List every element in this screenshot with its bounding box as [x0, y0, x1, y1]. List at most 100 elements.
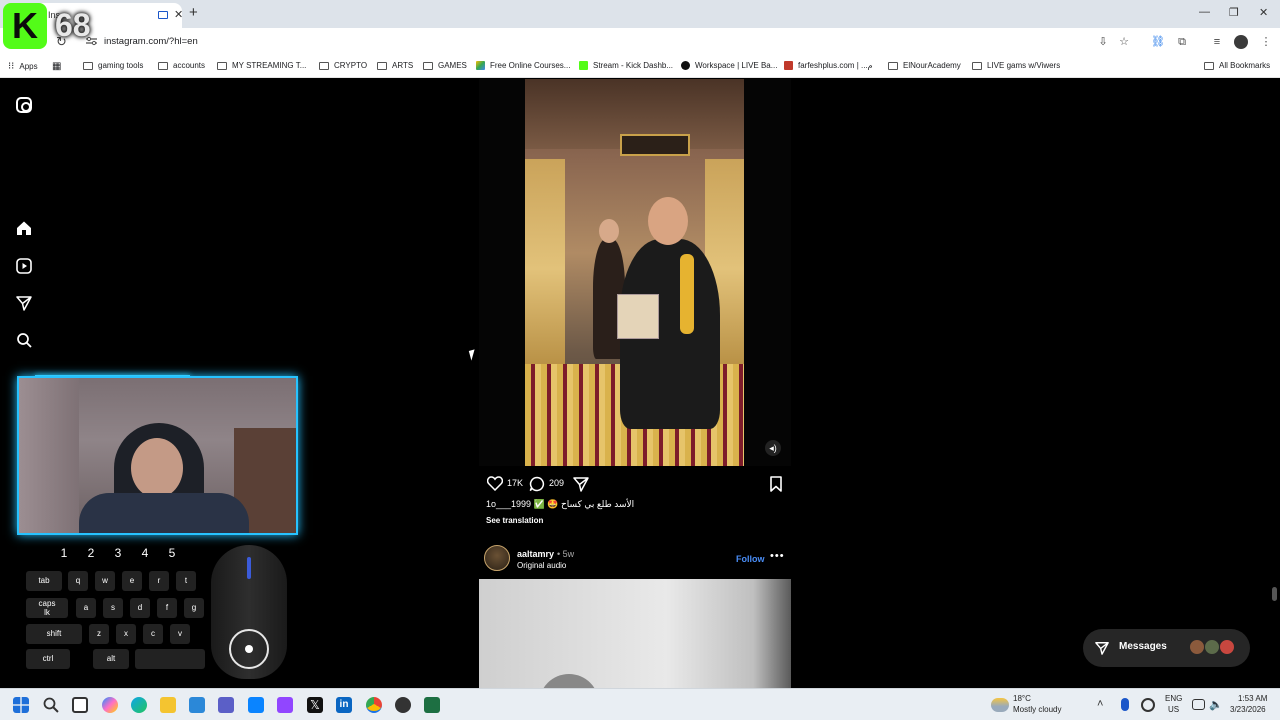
direct-send-icon[interactable] [16, 295, 32, 311]
clock-date[interactable]: 3/23/2026 [1230, 705, 1266, 714]
scrollbar[interactable] [1270, 79, 1280, 688]
file-explorer-icon[interactable] [160, 697, 176, 713]
task-view-icon[interactable] [72, 697, 88, 713]
volume-icon[interactable]: 🔈 [1209, 698, 1225, 714]
weather-description[interactable]: Mostly cloudy [1013, 705, 1061, 714]
teams-icon[interactable] [218, 697, 234, 713]
edge-icon[interactable] [131, 697, 147, 713]
tab-close-icon[interactable]: ✕ [174, 8, 183, 21]
key-v: v [170, 624, 190, 644]
bookmark-save-icon[interactable] [769, 476, 783, 492]
obs-icon[interactable] [395, 697, 411, 713]
follow-button[interactable]: Follow [736, 554, 765, 564]
avatar[interactable] [484, 545, 510, 571]
messages-button[interactable]: Messages [1083, 629, 1250, 667]
search-icon[interactable] [43, 697, 59, 713]
instagram-logo-icon[interactable] [16, 97, 32, 113]
folder-icon [1204, 61, 1214, 70]
bookmark-elnouracademy[interactable]: ElNourAcademy [888, 61, 961, 70]
minimize-button[interactable]: — [1199, 6, 1210, 18]
key-3: 3 [114, 546, 122, 560]
mute-icon[interactable]: ◂) [765, 440, 781, 456]
reading-list-icon[interactable]: ≡ [1210, 35, 1224, 49]
folder-icon [972, 61, 982, 70]
address-bar[interactable]: instagram.com/?hl=en [104, 36, 198, 47]
windows-start-icon[interactable] [13, 697, 29, 713]
weather-cloud-icon[interactable] [991, 698, 1009, 712]
bookmark-workspace-live[interactable]: Workspace | LIVE Ba... [681, 61, 777, 70]
bookmark-arts[interactable]: ARTS [377, 61, 413, 70]
display-icon[interactable] [1192, 699, 1205, 710]
restore-button[interactable]: ❐ [1229, 6, 1239, 19]
extension-badge-icon[interactable]: ⛓ [1151, 35, 1165, 49]
input-language[interactable]: ENG [1165, 694, 1182, 703]
keyboard-overlay: 1 2 3 4 5 tab q w e r t caps lk a s d f … [22, 543, 212, 678]
home-icon[interactable] [16, 220, 32, 236]
input-region[interactable]: US [1168, 705, 1179, 714]
microphone-icon[interactable] [1121, 698, 1129, 711]
bookmark-accounts[interactable]: accounts [158, 61, 205, 70]
linkedin-icon[interactable]: in [336, 697, 352, 713]
weather-temperature[interactable]: 18°C [1013, 694, 1031, 703]
folder-icon [217, 61, 227, 70]
chrome-icon[interactable] [366, 697, 382, 713]
post-caption: 1o___1999 ✅ 🤩 الأسد طلع بي كساح [486, 499, 635, 509]
bookmark-all-bookmarks[interactable]: All Bookmarks [1204, 61, 1270, 70]
bookmark-games[interactable]: GAMES [423, 61, 467, 70]
post-actions: 17K 209 [485, 474, 787, 494]
browser-toolbar: ↻ instagram.com/?hl=en ⇩ ☆ ⛓ ⧉ ≡ ⋮ [0, 28, 1280, 56]
key-c: c [143, 624, 163, 644]
tab-audio-icon[interactable] [158, 11, 168, 19]
copilot-icon[interactable] [102, 697, 118, 713]
see-translation-link[interactable]: See translation [486, 516, 543, 525]
likes-count[interactable]: 17K [507, 478, 523, 488]
viewer-count: 68 [55, 7, 91, 43]
location-icon[interactable] [1141, 698, 1155, 712]
original-audio-link[interactable]: Original audio [517, 561, 566, 570]
key-g: g [184, 598, 204, 618]
more-options-icon[interactable]: ••• [770, 550, 785, 562]
bookmark-my-streaming[interactable]: MY STREAMING T... [217, 61, 306, 70]
extensions-puzzle-icon[interactable]: ⧉ [1175, 35, 1189, 49]
kick-icon [579, 61, 588, 70]
browser-menu-icon[interactable]: ⋮ [1259, 35, 1273, 49]
bookmark-live-games[interactable]: LIVE gams w/Viwers [972, 61, 1060, 70]
clock-time[interactable]: 1:53 AM [1238, 694, 1267, 703]
profile-avatar-icon[interactable] [1234, 35, 1248, 49]
share-icon[interactable] [573, 476, 589, 492]
key-x: x [116, 624, 136, 644]
bookmark-kick-dashboard[interactable]: Stream - Kick Dashb... [579, 61, 673, 70]
search-icon[interactable] [16, 332, 32, 348]
chevron-up-icon[interactable]: ˄ [1097, 698, 1113, 714]
bookmark-star-icon[interactable]: ☆ [1117, 35, 1131, 49]
scrollbar-thumb[interactable] [1272, 587, 1277, 601]
bookmark-farfeshplus[interactable]: farfeshplus.com | ...م [784, 61, 873, 70]
reel-video[interactable] [525, 79, 744, 466]
install-app-icon[interactable]: ⇩ [1096, 35, 1110, 49]
bookmark-apps[interactable]: ⁝⁝ Apps [8, 61, 38, 72]
key-tab: tab [26, 571, 62, 591]
post-media[interactable] [479, 579, 791, 688]
twitch-icon[interactable] [277, 697, 293, 713]
bookmark-crypto[interactable]: CRYPTO [319, 61, 367, 70]
excel-icon[interactable] [424, 697, 440, 713]
bookmark-free-courses[interactable]: Free Online Courses... [476, 61, 570, 70]
store-icon[interactable] [189, 697, 205, 713]
reel-video-frame[interactable]: ◂) [479, 79, 791, 466]
x-icon[interactable]: 𝕏 [307, 697, 323, 713]
heart-icon[interactable] [487, 476, 503, 491]
reels-icon[interactable] [16, 258, 32, 274]
folder-icon [377, 61, 387, 70]
folder-icon [423, 61, 433, 70]
close-window-button[interactable]: ✕ [1259, 6, 1268, 19]
key-d: d [130, 598, 150, 618]
comments-count[interactable]: 209 [549, 478, 564, 488]
key-f: f [157, 598, 177, 618]
tab-groups-icon[interactable]: ▦ [52, 61, 61, 72]
browser-tab-bar: Ins ✕ + — ❐ ✕ [0, 0, 1280, 28]
comment-icon[interactable] [529, 476, 545, 492]
new-tab-button[interactable]: + [189, 4, 198, 21]
post-username[interactable]: aaltamry [517, 549, 554, 559]
bookmark-gaming-tools[interactable]: gaming tools [83, 61, 143, 70]
cloud-app-icon[interactable] [248, 697, 264, 713]
